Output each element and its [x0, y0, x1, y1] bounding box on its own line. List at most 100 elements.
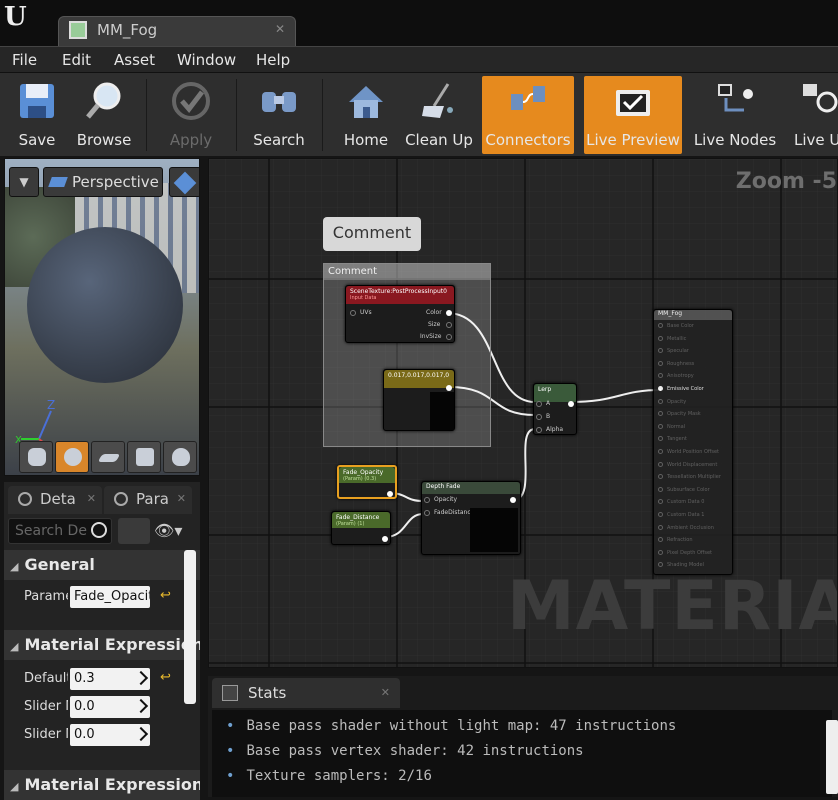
browse-button[interactable]: Browse [72, 76, 136, 154]
input-pin[interactable] [658, 474, 663, 480]
node-lerp[interactable]: Lerp A B Alpha [533, 383, 577, 435]
node-constant[interactable]: 0.017,0.017,0.017,0 [383, 369, 455, 431]
output-pin[interactable] [510, 497, 516, 503]
document-tab[interactable]: MM_Fog ✕ [58, 16, 296, 46]
close-tab-icon[interactable]: ✕ [87, 486, 96, 512]
details-scrollbar[interactable] [184, 550, 196, 704]
slider-min-field[interactable]: 0.0 [70, 696, 150, 718]
input-pin[interactable] [658, 549, 663, 555]
drag-handle-icon[interactable] [133, 698, 149, 714]
input-pin[interactable] [658, 461, 663, 467]
result-pin[interactable]: Tangent [658, 436, 687, 442]
node-fade-opacity[interactable]: Fade_Opacity (Param) (0.3) [337, 465, 397, 499]
category-material-expression-2[interactable]: ◢ Material Expression [4, 770, 200, 800]
tab-parameters[interactable]: Para ✕ [104, 486, 192, 514]
input-pin[interactable] [536, 414, 542, 420]
node-depth-fade[interactable]: Depth Fade Opacity FadeDistance [421, 481, 521, 555]
close-tab-icon[interactable]: ✕ [381, 678, 390, 708]
output-pin[interactable] [568, 401, 574, 407]
result-pin[interactable]: World Displacement [658, 461, 717, 468]
output-pin[interactable] [446, 385, 452, 391]
result-pin[interactable]: Normal [658, 423, 685, 430]
result-pin[interactable]: Base Color [658, 323, 694, 329]
save-button[interactable]: Save [6, 76, 68, 154]
parameter-name-field[interactable]: Fade_Opacit [70, 586, 150, 608]
input-pin[interactable] [658, 486, 663, 492]
result-pin[interactable]: Specular [658, 348, 689, 354]
menu-file[interactable]: File [12, 51, 37, 69]
input-pin[interactable] [658, 360, 663, 366]
result-pin[interactable]: Emissive Color [658, 386, 704, 392]
result-pin[interactable]: World Position Offset [658, 449, 719, 455]
viewport-options-button[interactable]: ▼ [9, 167, 39, 197]
live-update-button[interactable]: Live U [786, 76, 838, 154]
reset-to-default-icon[interactable]: ↩ [160, 588, 171, 603]
menu-asset[interactable]: Asset [114, 51, 155, 69]
input-pin[interactable] [536, 401, 542, 407]
output-pin[interactable] [446, 334, 452, 340]
input-pin[interactable] [658, 562, 663, 568]
tab-stats[interactable]: Stats ✕ [212, 678, 400, 708]
preview-sphere[interactable] [27, 227, 183, 383]
input-pin[interactable] [658, 386, 663, 391]
home-button[interactable]: Home [334, 76, 398, 154]
tab-details[interactable]: Deta ✕ [8, 486, 102, 514]
result-pin[interactable]: Opacity [658, 398, 686, 405]
clean-up-button[interactable]: Clean Up [402, 76, 476, 154]
drag-handle-icon[interactable] [133, 726, 149, 742]
default-value-field[interactable]: 0.3 [70, 668, 150, 690]
result-pin[interactable]: Ambient Occlusion [658, 524, 714, 531]
node-material-result[interactable]: MM_Fog Base Color Metallic Specular Roughne… [653, 309, 733, 575]
input-pin[interactable] [658, 512, 663, 517]
close-tab-icon[interactable]: ✕ [275, 22, 285, 36]
menu-window[interactable]: Window [177, 51, 236, 69]
search-button[interactable]: Search [246, 76, 312, 154]
cube-preview-button[interactable] [127, 441, 161, 473]
comment-header[interactable]: Comment [324, 264, 490, 280]
connectors-button[interactable]: Connectors [482, 76, 574, 154]
result-pin[interactable]: Opacity Mask [658, 411, 701, 417]
live-nodes-button[interactable]: Live Nodes [692, 76, 778, 154]
input-pin[interactable] [424, 510, 430, 516]
close-tab-icon[interactable]: ✕ [177, 486, 186, 512]
input-pin[interactable] [658, 499, 663, 505]
details-search-input[interactable]: Search De [8, 518, 112, 544]
result-pin[interactable]: Custom Data 1 [658, 512, 704, 518]
drag-handle-icon[interactable] [133, 670, 149, 686]
view-options-eye-icon[interactable]: 👁▾ [154, 518, 194, 544]
view-type-dropdown[interactable] [169, 167, 199, 197]
result-pin[interactable]: Subsurface Color [658, 486, 710, 493]
apply-button[interactable]: Apply [156, 76, 226, 154]
sphere-preview-button[interactable] [55, 441, 89, 473]
result-pin[interactable]: Tessellation Multiplier [658, 474, 721, 480]
unreal-logo-icon[interactable]: U [4, 3, 32, 31]
input-pin[interactable] [658, 449, 663, 454]
output-pin[interactable] [446, 310, 452, 316]
result-pin[interactable]: Refraction [658, 537, 693, 543]
output-pin[interactable] [382, 536, 388, 542]
input-pin[interactable] [658, 335, 663, 341]
input-pin[interactable] [658, 436, 663, 442]
input-pin[interactable] [658, 524, 663, 530]
input-pin[interactable] [658, 348, 663, 354]
live-preview-button[interactable]: Live Preview [584, 76, 682, 154]
view-mode-dropdown[interactable]: Perspective [43, 167, 163, 197]
input-pin[interactable] [658, 323, 663, 328]
input-pin[interactable] [658, 411, 663, 417]
menu-help[interactable]: Help [256, 51, 290, 69]
output-pin[interactable] [387, 491, 393, 497]
comment-bubble[interactable]: Comment [323, 217, 421, 251]
property-matrix-button[interactable] [118, 518, 150, 544]
input-pin[interactable] [658, 373, 663, 379]
category-general[interactable]: ◢ General [4, 550, 200, 580]
teapot-preview-button[interactable] [163, 441, 197, 473]
plane-preview-button[interactable] [91, 441, 125, 473]
input-pin[interactable] [350, 310, 356, 316]
result-pin[interactable]: Metallic [658, 335, 686, 342]
result-pin[interactable]: Custom Data 0 [658, 499, 704, 505]
stats-scrollbar[interactable] [826, 720, 838, 794]
input-pin[interactable] [536, 427, 542, 433]
result-pin[interactable]: Shading Model [658, 562, 704, 568]
input-pin[interactable] [658, 423, 663, 429]
preview-viewport[interactable]: ▼ Perspective Z X [4, 158, 200, 476]
